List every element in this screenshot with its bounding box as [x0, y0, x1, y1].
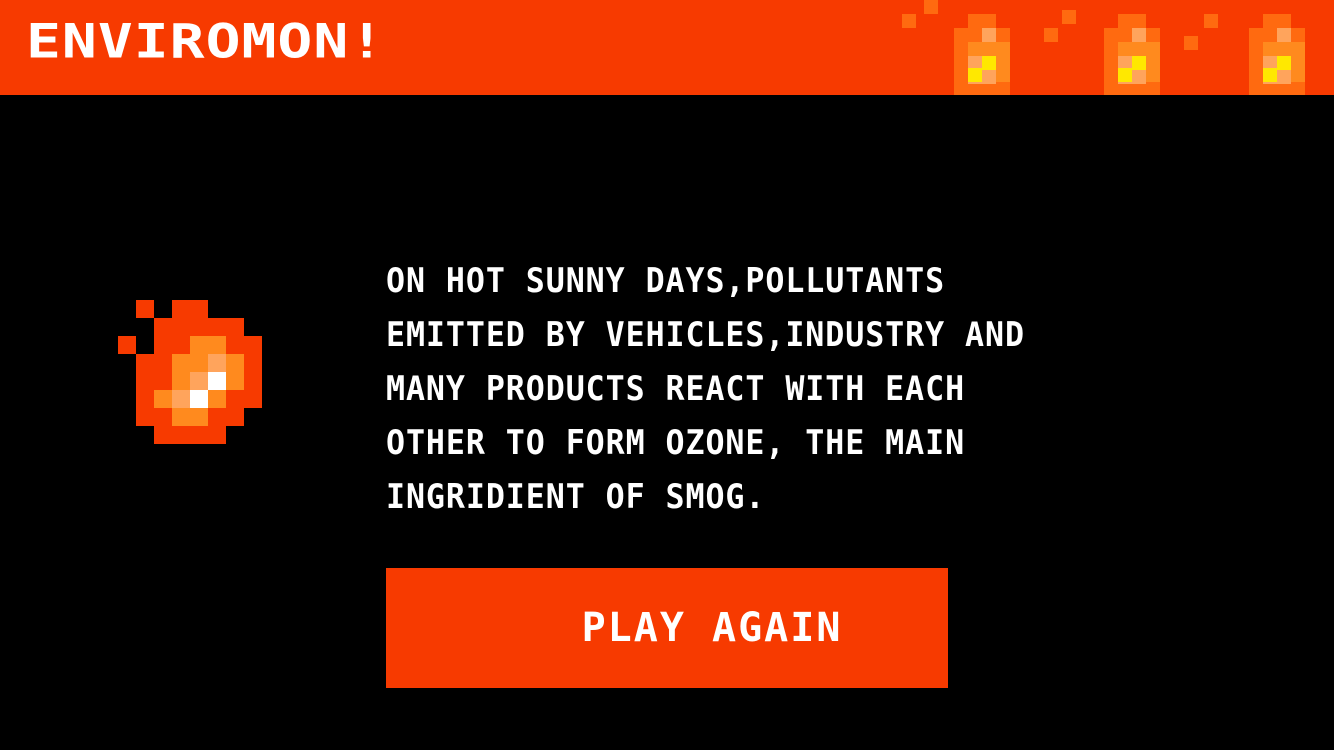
info-message: ON HOT SUNNY DAYS,POLLUTANTS EMITTED BY …: [386, 261, 1025, 517]
play-again-label: PLAY AGAIN: [581, 605, 843, 651]
pixel-fireball-icon: [118, 300, 262, 444]
pixel-flames-icon: [902, 0, 1305, 95]
play-again-button[interactable]: PLAY AGAIN: [386, 568, 948, 688]
app-title: ENVIROMON!: [26, 13, 386, 69]
header-bar: ENVIROMON!: [0, 0, 1334, 95]
